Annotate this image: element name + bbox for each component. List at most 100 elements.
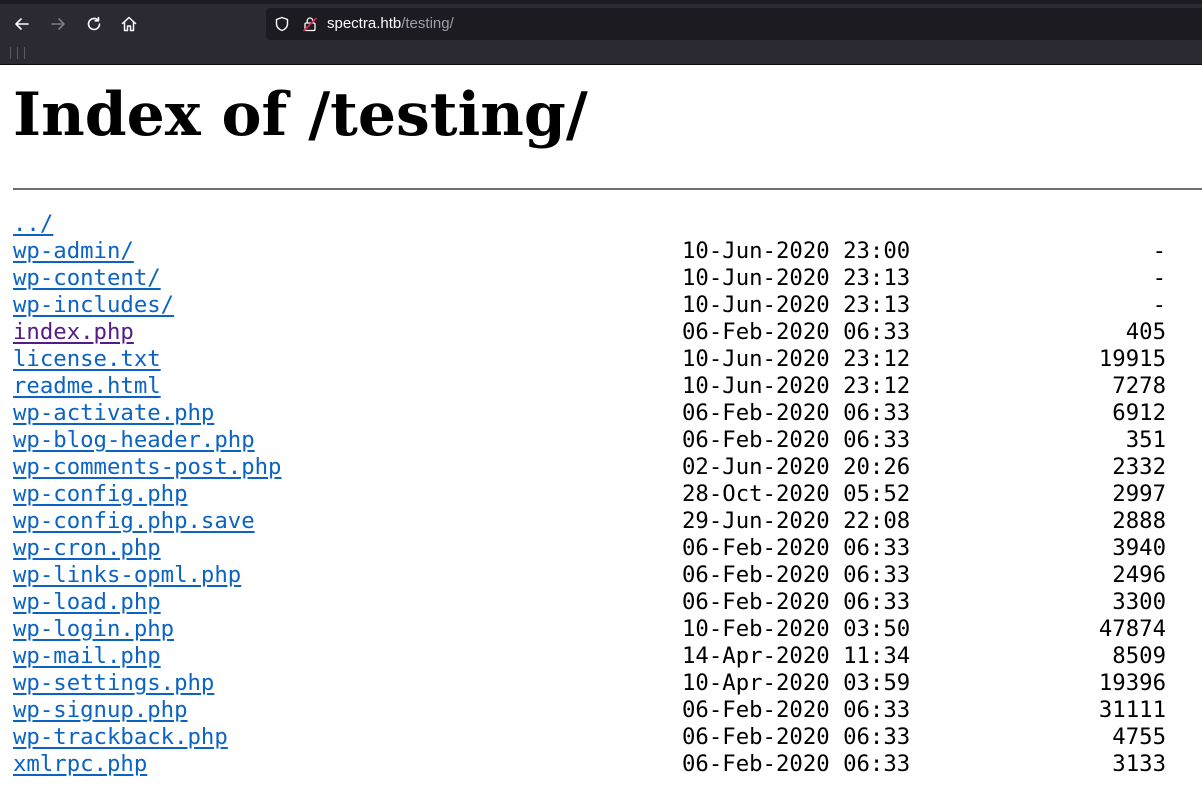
- file-link[interactable]: wp-login.php: [13, 616, 174, 643]
- url-host: spectra.htb: [327, 15, 402, 32]
- listing-row: license.txt 10-Jun-2020 23:12 19915: [13, 346, 1202, 373]
- modified-date: 14-Apr-2020 11:34: [682, 643, 911, 669]
- file-link[interactable]: wp-includes/: [13, 292, 174, 319]
- file-link[interactable]: wp-config.php.save: [13, 508, 255, 535]
- file-link[interactable]: license.txt: [13, 346, 161, 373]
- file-size: 47874: [1098, 616, 1166, 642]
- file-size: 2888: [1112, 508, 1166, 534]
- modified-date: 06-Feb-2020 06:33: [682, 535, 911, 561]
- listing-row: wp-comments-post.php 02-Jun-2020 20:26 233…: [13, 454, 1202, 481]
- horizontal-rule: [13, 188, 1202, 190]
- file-size: 3940: [1112, 535, 1166, 561]
- back-button[interactable]: [10, 12, 34, 36]
- file-size: 8509: [1112, 643, 1166, 669]
- file-link[interactable]: wp-trackback.php: [13, 724, 228, 751]
- file-link[interactable]: ../: [13, 211, 53, 238]
- listing-row: wp-content/10-Jun-2020 23:13 -: [13, 265, 1202, 292]
- insecure-lock-icon[interactable]: [302, 16, 318, 32]
- tab-strip-edge: [0, 0, 1202, 4]
- modified-date: 10-Jun-2020 23:13: [682, 265, 911, 291]
- modified-date: 06-Feb-2020 06:33: [682, 589, 911, 615]
- file-size: 31111: [1098, 697, 1166, 723]
- file-size: 4755: [1112, 724, 1166, 750]
- file-size: -: [1152, 265, 1166, 291]
- file-size: 7278: [1112, 373, 1166, 399]
- file-link[interactable]: wp-admin/: [13, 238, 134, 265]
- file-link[interactable]: wp-blog-header.php: [13, 427, 255, 454]
- listing-row: index.php 06-Feb-2020 06:33 405: [13, 319, 1202, 346]
- file-size: -: [1152, 292, 1166, 318]
- file-link[interactable]: wp-content/: [13, 265, 161, 292]
- file-link[interactable]: wp-mail.php: [13, 643, 161, 670]
- back-icon: [15, 18, 29, 30]
- listing-row: wp-config.php.save 29-Jun-2020 22:08 2888: [13, 508, 1202, 535]
- file-link[interactable]: wp-settings.php: [13, 670, 214, 697]
- listing-row: wp-login.php 10-Feb-2020 03:50 47874: [13, 616, 1202, 643]
- url-path: /testing/: [401, 15, 454, 32]
- listing-row: wp-trackback.php 06-Feb-2020 06:33 4755: [13, 724, 1202, 751]
- reload-icon: [87, 16, 101, 31]
- file-link[interactable]: wp-config.php: [13, 481, 188, 508]
- listing-row: wp-activate.php 06-Feb-2020 06:33 6912: [13, 400, 1202, 427]
- file-size: 3133: [1112, 751, 1166, 777]
- modified-date: 10-Jun-2020 23:13: [682, 292, 911, 318]
- file-size: 351: [1125, 427, 1166, 453]
- file-link[interactable]: xmlrpc.php: [13, 751, 147, 778]
- listing-row: wp-config.php 28-Oct-2020 05:52 2997: [13, 481, 1202, 508]
- modified-date: 06-Feb-2020 06:33: [682, 400, 911, 426]
- file-link[interactable]: wp-cron.php: [13, 535, 161, 562]
- modified-date: 10-Apr-2020 03:59: [682, 670, 911, 696]
- listing-row: wp-admin/10-Jun-2020 23:00 -: [13, 238, 1202, 265]
- listing-row: xmlrpc.php 06-Feb-2020 06:33 3133: [13, 751, 1202, 778]
- modified-date: 10-Jun-2020 23:12: [682, 373, 911, 399]
- url-text[interactable]: spectra.htb/testing/: [327, 15, 454, 33]
- modified-date: 06-Feb-2020 06:33: [682, 319, 911, 345]
- listing-row: wp-signup.php 06-Feb-2020 06:33 31111: [13, 697, 1202, 724]
- file-size: -: [1152, 238, 1166, 264]
- toolbar-border: [0, 64, 1202, 65]
- modified-date: 29-Jun-2020 22:08: [682, 508, 911, 534]
- file-link[interactable]: readme.html: [13, 373, 161, 400]
- modified-date: 06-Feb-2020 06:33: [682, 751, 911, 777]
- file-link[interactable]: wp-comments-post.php: [13, 454, 281, 481]
- file-size: 19915: [1098, 346, 1166, 372]
- file-size: 19396: [1098, 670, 1166, 696]
- url-bar[interactable]: spectra.htb/testing/: [266, 8, 1202, 40]
- file-size: 405: [1125, 319, 1166, 345]
- shield-icon[interactable]: [274, 16, 290, 32]
- modified-date: 06-Feb-2020 06:33: [682, 562, 911, 588]
- listing-row: wp-load.php 06-Feb-2020 06:33 3300: [13, 589, 1202, 616]
- listing-row: wp-links-opml.php 06-Feb-2020 06:33 2496: [13, 562, 1202, 589]
- toolbar-grip: [10, 47, 25, 59]
- file-link[interactable]: wp-signup.php: [13, 697, 188, 724]
- file-size: 2997: [1112, 481, 1166, 507]
- home-icon: [121, 16, 137, 32]
- modified-date: 06-Feb-2020 06:33: [682, 724, 911, 750]
- modified-date: 06-Feb-2020 06:33: [682, 697, 911, 723]
- page-title: Index of /testing/: [13, 80, 588, 150]
- modified-date: 10-Feb-2020 03:50: [682, 616, 911, 642]
- home-button[interactable]: [117, 12, 141, 36]
- listing-row: wp-settings.php 10-Apr-2020 03:59 19396: [13, 670, 1202, 697]
- file-size: 6912: [1112, 400, 1166, 426]
- listing-row: wp-mail.php 14-Apr-2020 11:34 8509: [13, 643, 1202, 670]
- reload-button[interactable]: [82, 12, 106, 36]
- forward-button[interactable]: [46, 12, 70, 36]
- file-link[interactable]: index.php: [13, 319, 134, 346]
- modified-date: 10-Jun-2020 23:12: [682, 346, 911, 372]
- file-size: 3300: [1112, 589, 1166, 615]
- modified-date: 28-Oct-2020 05:52: [682, 481, 911, 507]
- file-link[interactable]: wp-activate.php: [13, 400, 214, 427]
- listing-row: wp-includes/10-Jun-2020 23:13 -: [13, 292, 1202, 319]
- file-link[interactable]: wp-load.php: [13, 589, 161, 616]
- browser-toolbar: spectra.htb/testing/: [0, 0, 1202, 64]
- modified-date: 02-Jun-2020 20:26: [682, 454, 911, 480]
- listing-row: readme.html 10-Jun-2020 23:12 7278: [13, 373, 1202, 400]
- directory-listing: ../wp-admin/10-Jun-2020 23:00- wp-content…: [13, 211, 1202, 778]
- modified-date: 06-Feb-2020 06:33: [682, 427, 911, 453]
- listing-row: wp-cron.php 06-Feb-2020 06:33 3940: [13, 535, 1202, 562]
- file-size: 2332: [1112, 454, 1166, 480]
- listing-row: wp-blog-header.php 06-Feb-2020 06:33 351: [13, 427, 1202, 454]
- file-link[interactable]: wp-links-opml.php: [13, 562, 241, 589]
- file-size: 2496: [1112, 562, 1166, 588]
